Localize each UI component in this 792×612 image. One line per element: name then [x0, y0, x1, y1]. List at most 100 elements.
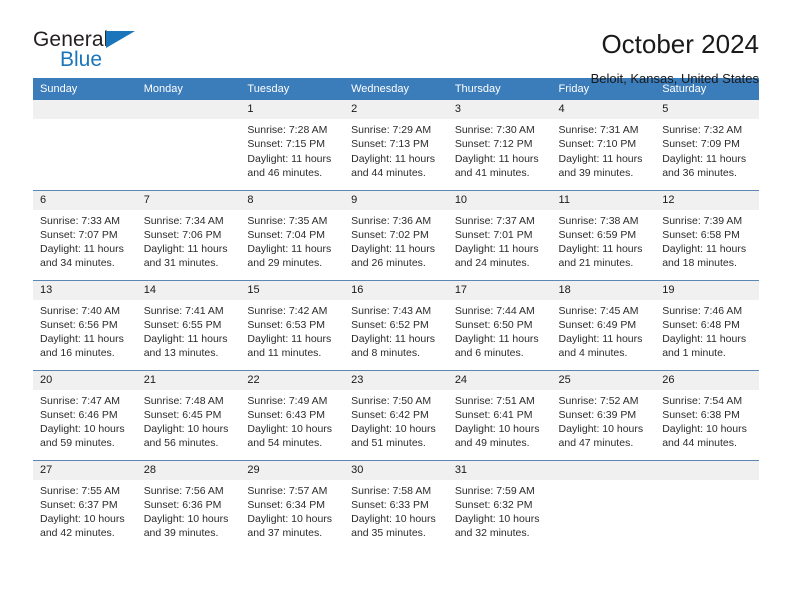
calendar-day-cell[interactable]: 21 Sunrise: 7:48 AM Sunset: 6:45 PM Dayligh… — [136, 369, 241, 460]
day-sun-info: Sunrise: 7:30 AM Sunset: 7:12 PM Daylight:… — [448, 119, 552, 180]
sunrise-text: Sunrise: 7:39 AM — [662, 214, 743, 227]
calendar-day-cell[interactable]: 20 Sunrise: 7:47 AM Sunset: 6:46 PM Dayligh… — [33, 369, 137, 460]
sunset-text: Sunset: 6:45 PM — [143, 408, 222, 421]
sunrise-text: Sunrise: 7:57 AM — [247, 484, 328, 497]
sunset-text: Sunset: 7:13 PM — [351, 138, 429, 151]
calendar-day-cell[interactable]: 30 Sunrise: 7:58 AM Sunset: 6:33 PM Dayligh… — [344, 459, 448, 550]
day-number: 29 — [240, 460, 345, 480]
sunset-text: Sunset: 6:41 PM — [454, 408, 533, 421]
daylight-text: Daylight: 11 hours and 4 minutes. — [558, 333, 643, 360]
sunset-text: Sunset: 6:46 PM — [40, 408, 118, 421]
calendar-day-cell[interactable]: 16 Sunrise: 7:43 AM Sunset: 6:52 PM Dayligh… — [344, 279, 448, 370]
day-number: 9 — [344, 190, 448, 210]
day-cell-content: 25 Sunrise: 7:52 AM Sunset: 6:39 PM Dayligh… — [551, 370, 656, 460]
day-sun-info: Sunrise: 7:41 AM Sunset: 6:55 PM Daylight:… — [137, 300, 241, 361]
daylight-text: Daylight: 11 hours and 29 minutes. — [247, 243, 332, 270]
calendar-day-cell[interactable]: 8 Sunrise: 7:35 AM Sunset: 7:04 PM Daylight… — [240, 189, 345, 280]
calendar-day-cell[interactable]: 25 Sunrise: 7:52 AM Sunset: 6:39 PM Dayligh… — [551, 369, 656, 460]
calendar-day-cell[interactable]: 2 Sunrise: 7:29 AM Sunset: 7:13 PM Daylight… — [344, 100, 448, 190]
daylight-text: Daylight: 11 hours and 26 minutes. — [351, 243, 435, 270]
day-cell-content: 21 Sunrise: 7:48 AM Sunset: 6:45 PM Dayligh… — [136, 370, 241, 460]
day-sun-info: Sunrise: 7:38 AM Sunset: 6:59 PM Daylight:… — [552, 210, 656, 271]
sunset-text: Sunset: 7:02 PM — [351, 228, 429, 241]
calendar-day-cell[interactable]: 3 Sunrise: 7:30 AM Sunset: 7:12 PM Daylight… — [447, 100, 552, 190]
day-number: 21 — [136, 370, 241, 390]
sunset-text: Sunset: 7:12 PM — [454, 138, 533, 151]
calendar-day-cell[interactable]: 13 Sunrise: 7:40 AM Sunset: 6:56 PM Dayligh… — [33, 279, 137, 370]
day-sun-info: Sunrise: 7:33 AM Sunset: 7:07 PM Daylight:… — [33, 210, 137, 271]
calendar-day-cell[interactable]: 1 Sunrise: 7:28 AM Sunset: 7:15 PM Daylight… — [240, 100, 345, 190]
daylight-text: Daylight: 11 hours and 21 minutes. — [558, 243, 643, 270]
calendar-day-cell[interactable]: 23 Sunrise: 7:50 AM Sunset: 6:42 PM Dayligh… — [344, 369, 448, 460]
sunrise-text: Sunrise: 7:29 AM — [351, 124, 432, 136]
daylight-text: Daylight: 11 hours and 18 minutes. — [662, 243, 747, 270]
sunrise-text: Sunrise: 7:49 AM — [247, 394, 328, 407]
day-number — [136, 100, 241, 119]
day-cell-content: 8 Sunrise: 7:35 AM Sunset: 7:04 PM Daylight… — [240, 190, 345, 280]
sunset-text: Sunset: 6:43 PM — [247, 408, 326, 421]
calendar-day-cell[interactable]: 22 Sunrise: 7:49 AM Sunset: 6:43 PM Dayligh… — [240, 369, 345, 460]
sunset-text: Sunset: 7:09 PM — [662, 138, 740, 151]
day-number: 18 — [551, 280, 656, 300]
calendar-day-cell[interactable]: 18 Sunrise: 7:45 AM Sunset: 6:49 PM Dayligh… — [551, 279, 656, 370]
day-number — [33, 100, 137, 119]
day-number: 20 — [33, 370, 137, 390]
day-cell-content: 23 Sunrise: 7:50 AM Sunset: 6:42 PM Dayligh… — [344, 370, 448, 460]
calendar-day-cell[interactable]: 26 Sunrise: 7:54 AM Sunset: 6:38 PM Dayligh… — [655, 369, 759, 460]
day-number: 2 — [344, 100, 448, 119]
sunrise-text: Sunrise: 7:58 AM — [351, 484, 432, 497]
calendar-day-cell[interactable]: 15 Sunrise: 7:42 AM Sunset: 6:53 PM Dayligh… — [240, 279, 345, 370]
calendar-day-cell[interactable]: 19 Sunrise: 7:46 AM Sunset: 6:48 PM Dayligh… — [655, 279, 759, 370]
day-number: 7 — [136, 190, 241, 210]
day-number: 30 — [344, 460, 448, 480]
day-sun-info: Sunrise: 7:54 AM Sunset: 6:38 PM Daylight:… — [655, 390, 759, 451]
daylight-text: Daylight: 11 hours and 13 minutes. — [143, 333, 228, 360]
day-number: 27 — [33, 460, 137, 480]
day-number: 13 — [33, 280, 137, 300]
calendar-day-cell[interactable]: 12 Sunrise: 7:39 AM Sunset: 6:58 PM Dayligh… — [655, 189, 759, 280]
calendar-day-cell[interactable]: 5 Sunrise: 7:32 AM Sunset: 7:09 PM Daylight… — [655, 100, 759, 190]
calendar-day-cell[interactable]: 11 Sunrise: 7:38 AM Sunset: 6:59 PM Dayligh… — [551, 189, 656, 280]
day-sun-info: Sunrise: 7:35 AM Sunset: 7:04 PM Daylight:… — [240, 210, 344, 271]
day-sun-info: Sunrise: 7:45 AM Sunset: 6:49 PM Daylight:… — [552, 300, 656, 361]
day-sun-info: Sunrise: 7:59 AM Sunset: 6:32 PM Daylight:… — [448, 480, 552, 541]
calendar-day-cell[interactable]: 6 Sunrise: 7:33 AM Sunset: 7:07 PM Daylight… — [33, 189, 137, 280]
calendar-day-cell[interactable]: 7 Sunrise: 7:34 AM Sunset: 7:06 PM Daylight… — [136, 189, 241, 280]
calendar-day-cell[interactable]: 14 Sunrise: 7:41 AM Sunset: 6:55 PM Dayligh… — [136, 279, 241, 370]
sunset-text: Sunset: 7:04 PM — [247, 228, 326, 241]
sunset-text: Sunset: 6:59 PM — [558, 228, 637, 241]
calendar-cell-empty — [551, 459, 656, 551]
page-header: General Blue October 2024 Beloit, Kansas… — [33, 0, 759, 86]
day-sun-info: Sunrise: 7:31 AM Sunset: 7:10 PM Daylight:… — [552, 119, 656, 180]
calendar-day-cell[interactable]: 29 Sunrise: 7:57 AM Sunset: 6:34 PM Dayligh… — [240, 459, 345, 550]
day-number: 17 — [447, 280, 552, 300]
calendar-cell-empty — [33, 100, 137, 190]
day-sun-info: Sunrise: 7:32 AM Sunset: 7:09 PM Daylight:… — [655, 119, 759, 180]
daylight-text: Daylight: 10 hours and 37 minutes. — [247, 513, 333, 540]
day-sun-info: Sunrise: 7:36 AM Sunset: 7:02 PM Daylight:… — [344, 210, 448, 271]
sunset-text: Sunset: 6:53 PM — [247, 318, 326, 331]
sunrise-text: Sunrise: 7:41 AM — [143, 304, 224, 317]
sunrise-text: Sunrise: 7:43 AM — [351, 304, 432, 317]
day-number: 3 — [447, 100, 552, 119]
sunrise-text: Sunrise: 7:54 AM — [662, 394, 743, 407]
general-blue-logo[interactable]: General Blue — [33, 28, 153, 80]
calendar-day-cell[interactable]: 4 Sunrise: 7:31 AM Sunset: 7:10 PM Daylight… — [551, 100, 656, 190]
calendar-day-cell[interactable]: 28 Sunrise: 7:56 AM Sunset: 6:36 PM Dayligh… — [136, 459, 241, 550]
calendar-week-row: 13 Sunrise: 7:40 AM Sunset: 6:56 PM Dayligh… — [33, 279, 759, 370]
calendar-day-cell[interactable]: 17 Sunrise: 7:44 AM Sunset: 6:50 PM Dayligh… — [447, 279, 552, 370]
calendar-day-cell[interactable]: 24 Sunrise: 7:51 AM Sunset: 6:41 PM Dayligh… — [447, 369, 552, 460]
calendar-day-cell[interactable]: 10 Sunrise: 7:37 AM Sunset: 7:01 PM Dayligh… — [447, 189, 552, 280]
sunset-text: Sunset: 6:56 PM — [40, 318, 118, 331]
calendar-day-cell[interactable]: 9 Sunrise: 7:36 AM Sunset: 7:02 PM Daylight… — [344, 189, 448, 280]
title-block: October 2024 Beloit, Kansas, United Stat… — [153, 28, 759, 87]
calendar-day-cell[interactable]: 31 Sunrise: 7:59 AM Sunset: 6:32 PM Dayligh… — [447, 459, 552, 550]
sunset-text: Sunset: 6:49 PM — [558, 318, 637, 331]
sunrise-text: Sunrise: 7:46 AM — [662, 304, 743, 317]
calendar-day-cell[interactable]: 27 Sunrise: 7:55 AM Sunset: 6:37 PM Dayligh… — [33, 459, 137, 550]
day-sun-info: Sunrise: 7:50 AM Sunset: 6:42 PM Daylight:… — [344, 390, 448, 451]
sunset-text: Sunset: 7:15 PM — [247, 138, 326, 151]
day-number: 5 — [655, 100, 759, 119]
daylight-text: Daylight: 10 hours and 32 minutes. — [454, 513, 540, 540]
day-cell-content — [551, 460, 656, 551]
